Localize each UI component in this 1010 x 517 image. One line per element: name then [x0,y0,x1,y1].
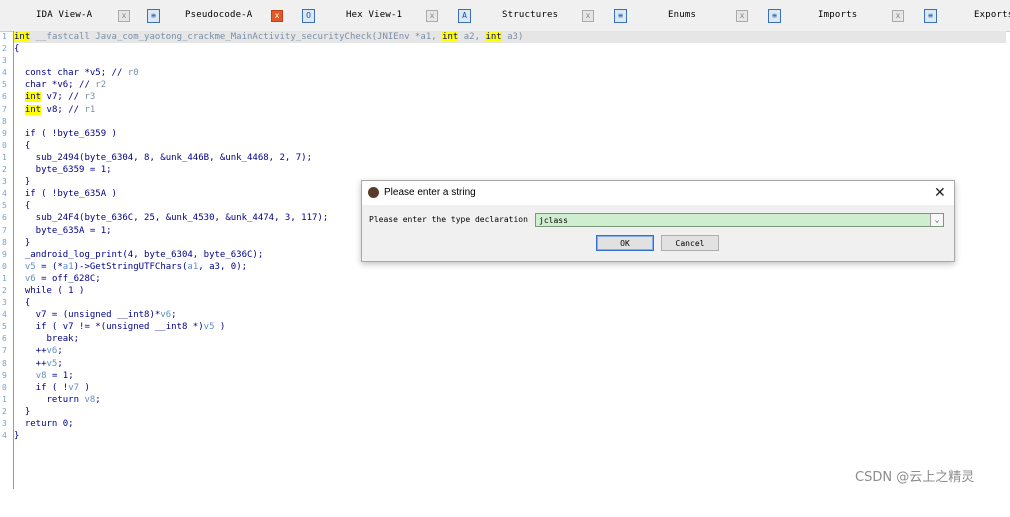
tab-label: Exports [974,10,1010,20]
tab-close-icon[interactable]: x [426,10,438,22]
watermark: CSDN @云上之精灵 [855,470,975,485]
chevron-down-icon[interactable]: ⌄ [930,214,943,226]
code-line[interactable]: 5 char *v6; // r2 [2,79,1006,91]
tab-label: Enums [668,10,697,20]
code-line[interactable]: 5 if ( v7 != *(unsigned __int8 *)v5 ) [2,321,1006,333]
code-line[interactable]: 6 int v7; // r3 [2,91,1006,103]
code-line[interactable]: 1 sub_2494(byte_6304, 8, &unk_446B, &unk… [2,152,1006,164]
tab-close-icon[interactable]: x [271,10,283,22]
dialog-title: Please enter a string [384,187,476,198]
tab-label: Hex View-1 [346,10,403,20]
hex-view-icon: O [302,9,315,23]
enter-string-dialog: Please enter a string ✕ Please enter the… [361,180,955,262]
type-declaration-input[interactable]: jclass ⌄ [535,213,944,227]
enums-icon: ≡ [614,9,627,23]
code-line[interactable]: 7 int v8; // r1 [2,104,1006,116]
ok-button[interactable]: OK [596,235,654,251]
pseudocode-icon: ≡ [147,9,160,23]
ida-logo-icon [368,187,379,198]
code-line[interactable]: 9 v8 = 1; [2,370,1006,382]
tab-close-icon[interactable]: x [736,10,748,22]
code-line[interactable]: 2 byte_6359 = 1; [2,164,1006,176]
tab-label: Pseudocode-A [185,10,253,20]
code-line[interactable]: 7 ++v6; [2,345,1006,357]
cancel-button[interactable]: Cancel [661,235,719,251]
code-line[interactable]: 9 if ( !byte_6359 ) [2,128,1006,140]
code-line[interactable]: 3 return 0; [2,418,1006,430]
code-line[interactable]: 4} [2,430,1006,442]
code-line[interactable]: 1 return v8; [2,394,1006,406]
imports-icon: ≡ [768,9,781,23]
tab-label: Structures [502,10,559,20]
code-line[interactable]: 0 if ( !v7 ) [2,382,1006,394]
function-signature[interactable]: 1 int __fastcall Java_com_yaotong_crackme… [2,31,1006,44]
type-declaration-label: Please enter the type declaration [369,215,528,224]
dialog-body: Please enter the type declaration jclass… [362,205,954,261]
tab-close-icon[interactable]: x [582,10,594,22]
tab-bar: IDA View-A x ≡ Pseudocode-A x O Hex View… [0,0,1010,32]
input-value: jclass [539,216,568,225]
code-line[interactable]: 2{ [2,43,1006,55]
code-line[interactable]: 4 v7 = (unsigned __int8)*v6; [2,309,1006,321]
code-line[interactable]: 6 break; [2,333,1006,345]
code-line[interactable]: 3 [2,55,1006,67]
tab-label: Imports [818,10,858,20]
code-line[interactable]: 8 [2,116,1006,128]
code-line[interactable]: 2 while ( 1 ) [2,285,1006,297]
code-line[interactable]: 2 } [2,406,1006,418]
code-line[interactable]: 0 v5 = (*a1)->GetStringUTFChars(a1, a3, … [2,261,1006,273]
code-line[interactable]: 1 v6 = off_628C; [2,273,1006,285]
tab-close-icon[interactable]: x [892,10,904,22]
tab-label: IDA View-A [36,10,93,20]
tab-close-icon[interactable]: x [118,10,130,22]
code-line[interactable]: 4 const char *v5; // r0 [2,67,1006,79]
code-line[interactable]: 0 { [2,140,1006,152]
code-line[interactable]: 3 { [2,297,1006,309]
code-line[interactable]: 8 ++v5; [2,358,1006,370]
close-icon[interactable]: ✕ [934,184,946,201]
dialog-titlebar[interactable]: Please enter a string ✕ [362,181,954,205]
exports-icon: ≡ [924,9,937,23]
structures-icon: A [458,9,471,23]
